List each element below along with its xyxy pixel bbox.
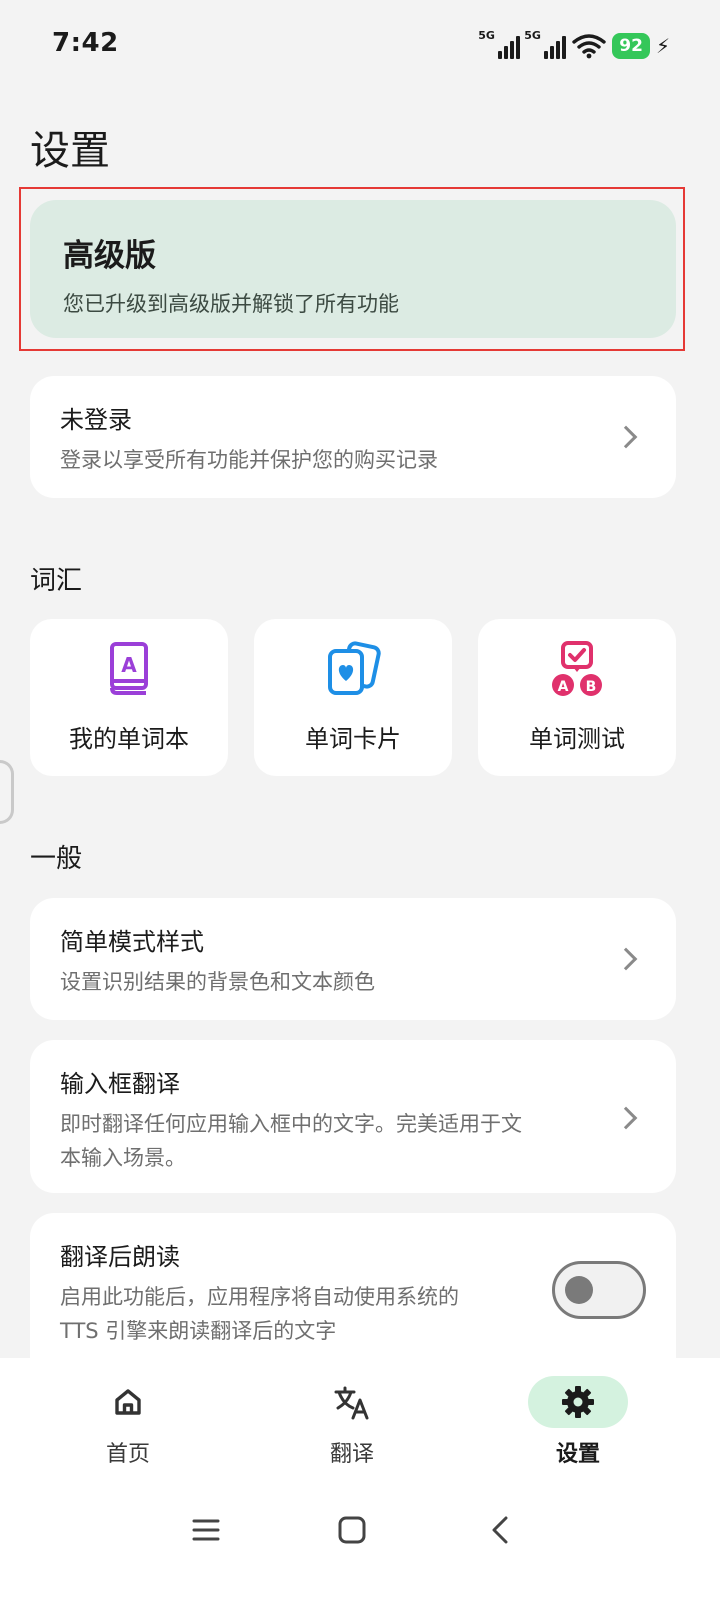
chevron-right-icon bbox=[614, 947, 638, 971]
item-description-line: 本输入场景。 bbox=[60, 1146, 186, 1170]
tile-label: 我的单词本 bbox=[69, 725, 189, 753]
signal-label: 5G bbox=[524, 29, 541, 42]
battery-icon: 92 bbox=[612, 33, 650, 59]
gear-icon bbox=[562, 1386, 594, 1418]
svg-text:A: A bbox=[121, 653, 137, 677]
item-title: 简单模式样式 bbox=[60, 928, 204, 956]
signal-icon: 5G bbox=[478, 29, 521, 59]
home-button[interactable] bbox=[328, 1506, 376, 1554]
flashcards-tile[interactable]: 单词卡片 bbox=[254, 619, 452, 776]
page-title: 设置 bbox=[30, 128, 110, 174]
edge-handle[interactable] bbox=[0, 760, 14, 824]
tile-label: 单词测试 bbox=[529, 725, 625, 753]
status-bar: 7:42 5G 5G 92 ⚡ bbox=[0, 0, 720, 90]
back-icon bbox=[492, 1516, 508, 1544]
item-description-line: TTS 引擎来朗读翻译后的文字 bbox=[60, 1319, 337, 1343]
chevron-right-icon bbox=[614, 425, 638, 449]
quiz-icon: A B bbox=[552, 641, 602, 696]
premium-description: 您已升级到高级版并解锁了所有功能 bbox=[63, 292, 399, 316]
premium-card[interactable]: 高级版 您已升级到高级版并解锁了所有功能 bbox=[30, 200, 676, 338]
flashcards-icon bbox=[328, 641, 381, 695]
simple-mode-style-item[interactable]: 简单模式样式 设置识别结果的背景色和文本颜色 bbox=[30, 898, 676, 1020]
system-navigation bbox=[0, 1500, 720, 1560]
tile-label: 单词卡片 bbox=[305, 725, 401, 753]
translate-icon bbox=[334, 1386, 369, 1420]
home-square-icon bbox=[338, 1516, 366, 1544]
bottom-navigation: 首页 翻译 设置 bbox=[0, 1358, 720, 1600]
nav-home[interactable]: 首页 bbox=[38, 1370, 218, 1480]
item-description: 启用此功能后，应用程序将自动使用系统的 TTS 引擎来朗读翻译后的文字 bbox=[60, 1280, 459, 1348]
item-title: 输入框翻译 bbox=[60, 1070, 180, 1098]
nav-label: 设置 bbox=[555, 1442, 600, 1467]
item-description: 即时翻译任何应用输入框中的文字。完美适用于文 本输入场景。 bbox=[60, 1107, 522, 1175]
svg-text:B: B bbox=[586, 679, 597, 695]
login-title: 未登录 bbox=[60, 406, 132, 434]
signal-icon: 5G bbox=[524, 29, 567, 59]
nav-label: 翻译 bbox=[329, 1442, 374, 1467]
word-quiz-tile[interactable]: A B 单词测试 bbox=[478, 619, 676, 776]
wifi-icon bbox=[572, 34, 606, 59]
item-description-line: 即时翻译任何应用输入框中的文字。完美适用于文 bbox=[60, 1112, 522, 1136]
item-description-line: 启用此功能后，应用程序将自动使用系统的 bbox=[60, 1285, 459, 1309]
menu-icon bbox=[192, 1519, 220, 1541]
login-description: 登录以享受所有功能并保护您的购买记录 bbox=[60, 448, 438, 472]
home-icon bbox=[115, 1389, 141, 1415]
premium-title: 高级版 bbox=[63, 238, 156, 274]
read-aloud-toggle[interactable] bbox=[552, 1261, 646, 1319]
nav-settings[interactable]: 设置 bbox=[488, 1370, 668, 1480]
login-card[interactable]: 未登录 登录以享受所有功能并保护您的购买记录 bbox=[30, 376, 676, 498]
my-wordbook-tile[interactable]: A 我的单词本 bbox=[30, 619, 228, 776]
input-box-translation-item[interactable]: 输入框翻译 即时翻译任何应用输入框中的文字。完美适用于文 本输入场景。 bbox=[30, 1040, 676, 1193]
status-time: 7:42 bbox=[52, 28, 119, 58]
menu-button[interactable] bbox=[182, 1506, 230, 1554]
signal-label: 5G bbox=[478, 29, 495, 42]
section-label-general: 一般 bbox=[30, 844, 83, 874]
item-description: 设置识别结果的背景色和文本颜色 bbox=[60, 970, 375, 994]
nav-translate[interactable]: 翻译 bbox=[262, 1370, 442, 1480]
section-label-vocabulary: 词汇 bbox=[30, 566, 83, 596]
book-icon: A bbox=[110, 642, 148, 695]
back-button[interactable] bbox=[476, 1506, 524, 1554]
status-icons: 5G 5G 92 ⚡ bbox=[478, 28, 670, 64]
nav-active-indicator bbox=[528, 1376, 628, 1428]
nav-label: 首页 bbox=[105, 1442, 150, 1467]
item-title: 翻译后朗读 bbox=[60, 1243, 180, 1271]
svg-text:A: A bbox=[558, 679, 569, 695]
toggle-knob bbox=[565, 1276, 593, 1304]
charging-icon: ⚡ bbox=[655, 34, 670, 58]
chevron-right-icon bbox=[614, 1106, 638, 1130]
